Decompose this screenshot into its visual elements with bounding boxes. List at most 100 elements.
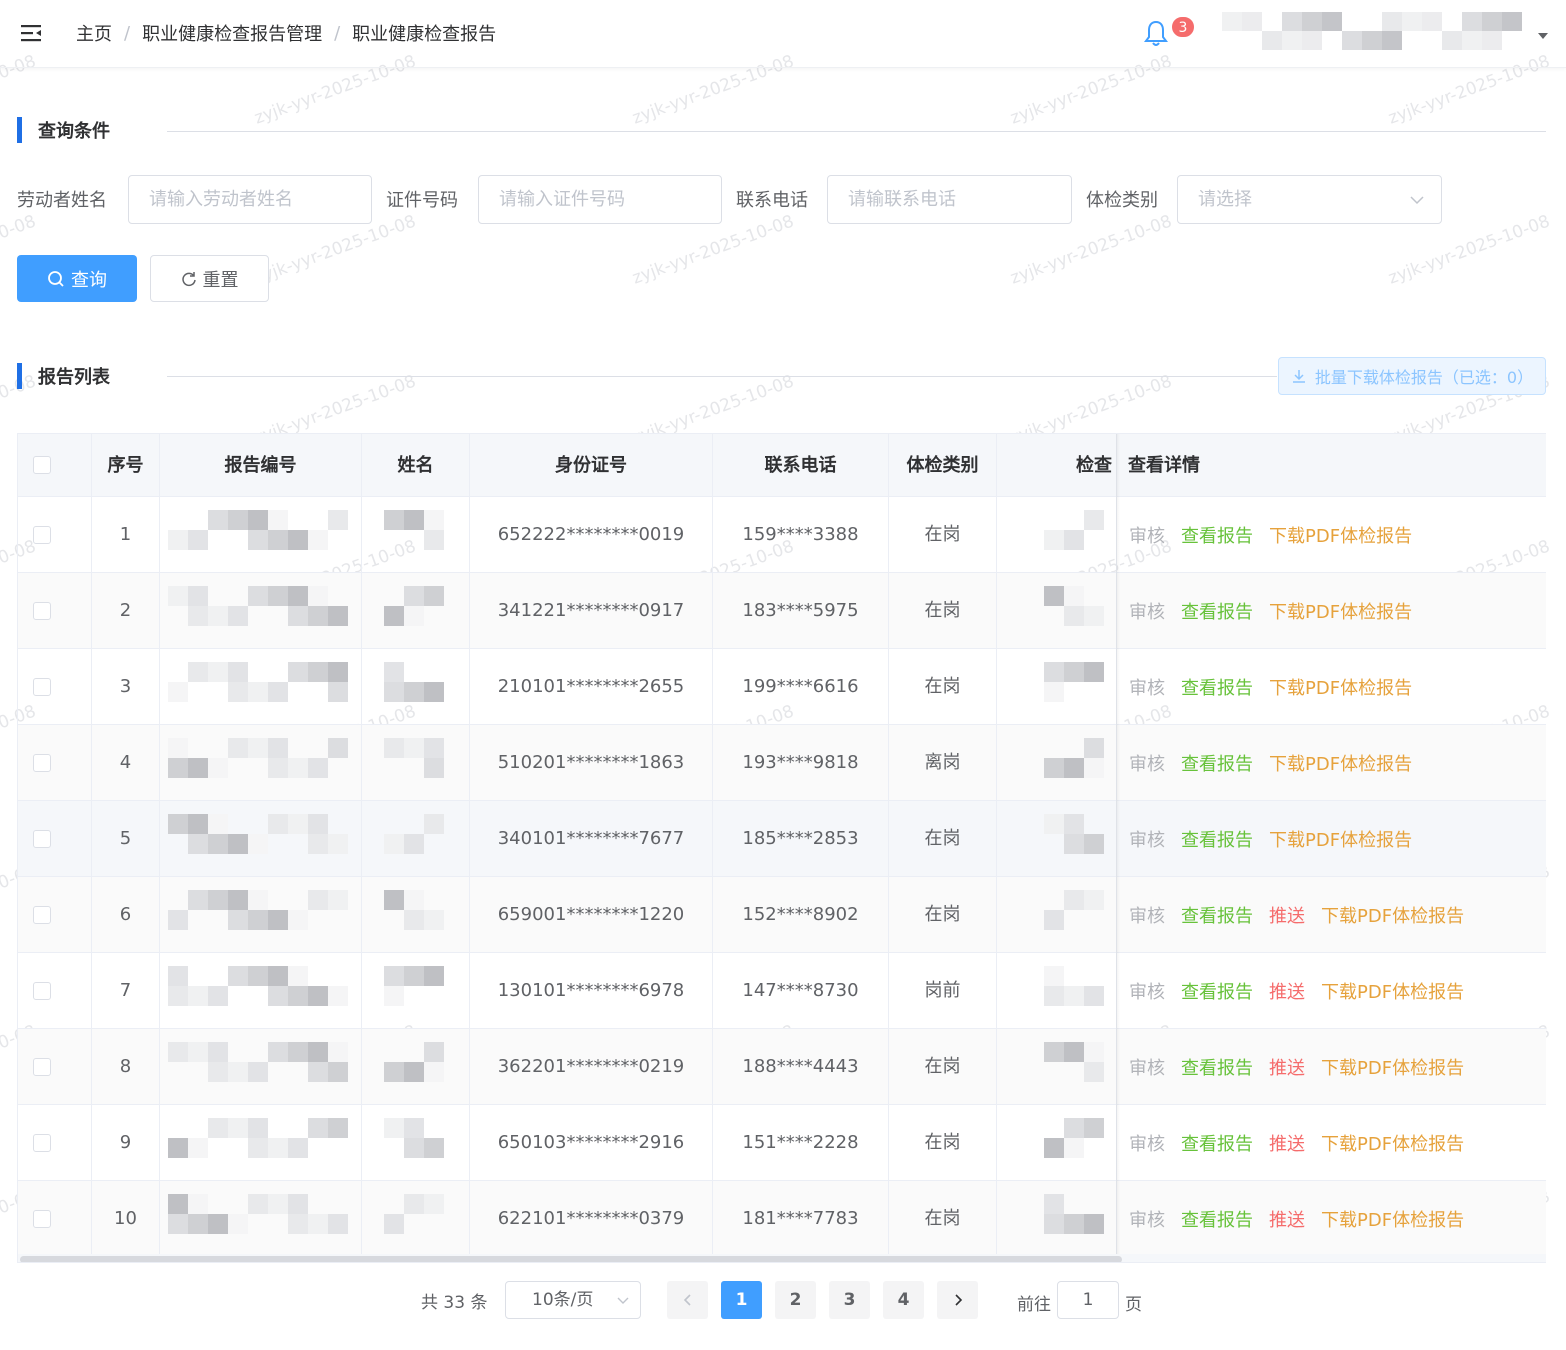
- download-pdf-link[interactable]: 下载PDF体检报告: [1269, 826, 1412, 852]
- push-link[interactable]: 推送: [1269, 1130, 1305, 1156]
- push-link[interactable]: 推送: [1269, 1206, 1305, 1232]
- download-pdf-link[interactable]: 下载PDF体检报告: [1269, 750, 1412, 776]
- push-link[interactable]: 推送: [1269, 978, 1305, 1004]
- table-row[interactable]: 7 130101********6978 147****8730 岗前 审核 查看报告 推送…: [18, 953, 1546, 1029]
- download-pdf-link[interactable]: 下载PDF体检报告: [1321, 978, 1464, 1004]
- row-checkbox[interactable]: [33, 1210, 51, 1228]
- table-row[interactable]: 8 362201********0219 188****4443 在岗 审核 查看报告 推送…: [18, 1029, 1546, 1105]
- page-2-button[interactable]: 2: [775, 1281, 816, 1319]
- breadcrumb-home[interactable]: 主页: [76, 20, 112, 46]
- reset-button[interactable]: 重置: [150, 255, 269, 302]
- review-link[interactable]: 审核: [1129, 1054, 1165, 1080]
- view-report-link[interactable]: 查看报告: [1181, 522, 1253, 548]
- view-report-link[interactable]: 查看报告: [1181, 902, 1253, 928]
- breadcrumb-report-management[interactable]: 职业健康检查报告管理: [142, 20, 322, 46]
- exam-category-select[interactable]: 请选择: [1177, 175, 1442, 224]
- prev-page-button[interactable]: [667, 1281, 708, 1319]
- download-pdf-link[interactable]: 下载PDF体检报告: [1321, 1054, 1464, 1080]
- view-report-link[interactable]: 查看报告: [1181, 978, 1253, 1004]
- section-divider: [167, 376, 1277, 377]
- review-link[interactable]: 审核: [1129, 902, 1165, 928]
- table-row[interactable]: 5 340101********7677 185****2853 在岗 审核 查看报告 下载…: [18, 801, 1546, 877]
- row-checkbox[interactable]: [33, 830, 51, 848]
- select-cell: [18, 877, 92, 953]
- select-cell: [18, 1181, 92, 1257]
- review-link[interactable]: 审核: [1129, 826, 1165, 852]
- col-header-name[interactable]: 姓名: [362, 434, 470, 497]
- col-header-category[interactable]: 体检类别: [889, 434, 997, 497]
- push-link[interactable]: 推送: [1269, 902, 1305, 928]
- row-checkbox[interactable]: [33, 678, 51, 696]
- user-avatar-name[interactable]: [1222, 12, 1522, 50]
- next-page-button[interactable]: [937, 1281, 978, 1319]
- redacted-content: [1044, 586, 1104, 626]
- col-header-report-id[interactable]: 报告编号: [160, 434, 362, 497]
- goto-suffix: 页: [1125, 1295, 1142, 1315]
- download-pdf-link[interactable]: 下载PDF体检报告: [1269, 522, 1412, 548]
- table-row[interactable]: 1 652222********0019 159****3388 在岗 审核 查看报告 下载…: [18, 497, 1546, 573]
- view-report-link[interactable]: 查看报告: [1181, 674, 1253, 700]
- review-link[interactable]: 审核: [1129, 674, 1165, 700]
- page-1-button[interactable]: 1: [721, 1281, 762, 1319]
- col-header-exam[interactable]: 检查: [997, 434, 1117, 497]
- search-button[interactable]: 查询: [17, 255, 137, 302]
- download-pdf-link[interactable]: 下载PDF体检报告: [1269, 598, 1412, 624]
- download-pdf-link[interactable]: 下载PDF体检报告: [1321, 1130, 1464, 1156]
- id-card-cell: 341221********0917: [470, 573, 713, 649]
- table-row[interactable]: 3 210101********2655 199****6616 在岗 审核 查看报告 下载…: [18, 649, 1546, 725]
- row-checkbox[interactable]: [33, 1058, 51, 1076]
- row-checkbox[interactable]: [33, 906, 51, 924]
- view-report-link[interactable]: 查看报告: [1181, 598, 1253, 624]
- download-pdf-link[interactable]: 下载PDF体检报告: [1269, 674, 1412, 700]
- review-link[interactable]: 审核: [1129, 1206, 1165, 1232]
- id-card-cell: 652222********0019: [470, 497, 713, 573]
- menu-fold-icon[interactable]: [20, 22, 42, 44]
- push-link[interactable]: 推送: [1269, 1054, 1305, 1080]
- col-header-no[interactable]: 序号: [92, 434, 160, 497]
- review-link[interactable]: 审核: [1129, 522, 1165, 548]
- redacted-content: [168, 586, 348, 626]
- row-checkbox[interactable]: [33, 602, 51, 620]
- row-actions: 审核 查看报告 推送 下载PDF体检报告: [1129, 953, 1464, 1029]
- view-report-link[interactable]: 查看报告: [1181, 826, 1253, 852]
- view-report-link[interactable]: 查看报告: [1181, 750, 1253, 776]
- scrollbar-thumb[interactable]: [20, 1256, 1122, 1262]
- page-4-button[interactable]: 4: [883, 1281, 924, 1319]
- table-row[interactable]: 10 622101********0379 181****7783 在岗 审核 查看报告推…: [18, 1181, 1546, 1257]
- worker-name-input[interactable]: [128, 175, 372, 224]
- row-checkbox[interactable]: [33, 754, 51, 772]
- view-report-link[interactable]: 查看报告: [1181, 1206, 1253, 1232]
- page-3-button[interactable]: 3: [829, 1281, 870, 1319]
- row-checkbox[interactable]: [33, 1134, 51, 1152]
- caret-down-icon[interactable]: [1538, 33, 1548, 39]
- review-link[interactable]: 审核: [1129, 978, 1165, 1004]
- bell-icon[interactable]: [1141, 18, 1171, 48]
- phone-cell: 159****3388: [713, 497, 889, 573]
- no-cell: 9: [92, 1105, 160, 1181]
- table-row[interactable]: 9 650103********2916 151****2228 在岗 审核 查看报告 推送…: [18, 1105, 1546, 1181]
- review-link[interactable]: 审核: [1129, 1130, 1165, 1156]
- col-header-id-card[interactable]: 身份证号: [470, 434, 713, 497]
- table-horizontal-scrollbar[interactable]: [18, 1254, 1546, 1262]
- id-number-input[interactable]: [478, 175, 722, 224]
- review-link[interactable]: 审核: [1129, 598, 1165, 624]
- table-header: 序号 报告编号 姓名 身份证号 联系电话 体检类别 检查 查看详情: [18, 434, 1546, 497]
- table-row[interactable]: 4 510201********1863 193****9818 离岗 审核 查看报告 下载…: [18, 725, 1546, 801]
- review-link[interactable]: 审核: [1129, 750, 1165, 776]
- row-checkbox[interactable]: [33, 526, 51, 544]
- batch-download-button[interactable]: 批量下载体检报告（已选：0）: [1278, 357, 1546, 395]
- select-all-checkbox[interactable]: [33, 456, 51, 474]
- col-header-phone[interactable]: 联系电话: [713, 434, 889, 497]
- category-cell: 在岗: [889, 497, 997, 573]
- table-row[interactable]: 6 659001********1220 152****8902 在岗 审核 查看报告 推送…: [18, 877, 1546, 953]
- goto-page-input[interactable]: 1: [1057, 1281, 1119, 1319]
- row-checkbox[interactable]: [33, 982, 51, 1000]
- category-cell: 在岗: [889, 1105, 997, 1181]
- section-divider: [167, 131, 1546, 132]
- view-report-link[interactable]: 查看报告: [1181, 1130, 1253, 1156]
- download-pdf-link[interactable]: 下载PDF体检报告: [1321, 902, 1464, 928]
- table-row[interactable]: 2 341221********0917 183****5975 在岗 审核 查看报告 下载…: [18, 573, 1546, 649]
- download-pdf-link[interactable]: 下载PDF体检报告: [1321, 1206, 1464, 1232]
- view-report-link[interactable]: 查看报告: [1181, 1054, 1253, 1080]
- phone-input[interactable]: [827, 175, 1072, 224]
